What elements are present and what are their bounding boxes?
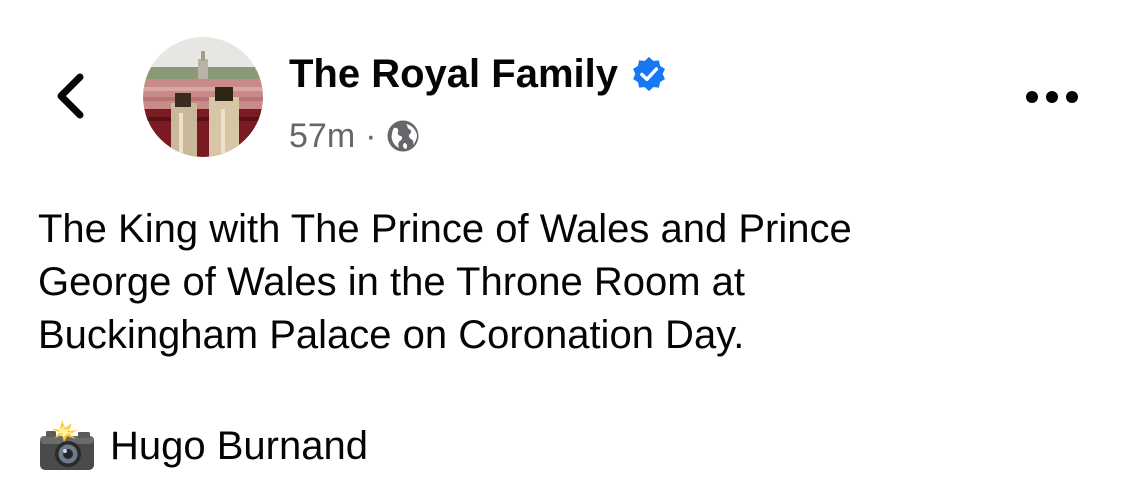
- credit-name: Hugo Burnand: [110, 423, 368, 468]
- profile-photo: [143, 37, 263, 157]
- post-meta: 57m ·: [289, 114, 420, 158]
- more-options-button[interactable]: [1022, 80, 1082, 114]
- chevron-left-icon: [57, 73, 84, 119]
- more-horizontal-icon: [1026, 91, 1078, 103]
- author-name[interactable]: The Royal Family: [289, 50, 668, 98]
- meta-separator: ·: [365, 116, 377, 155]
- globe-icon[interactable]: [386, 119, 420, 153]
- timestamp[interactable]: 57m: [289, 117, 355, 156]
- avatar[interactable]: [143, 37, 263, 157]
- back-button[interactable]: [40, 66, 100, 126]
- photo-credit: Hugo Burnand: [38, 418, 368, 474]
- camera-with-flash-icon: [40, 420, 94, 470]
- verified-badge-icon: [633, 56, 665, 92]
- author-name-label: The Royal Family: [289, 52, 618, 96]
- post-text: The King with The Prince of Wales and Pr…: [38, 207, 852, 357]
